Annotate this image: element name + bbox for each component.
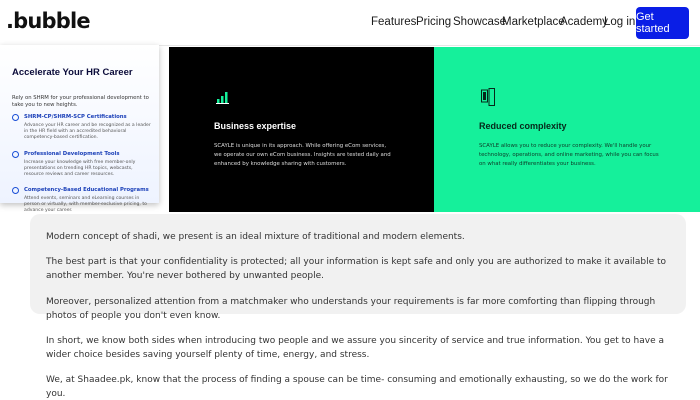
nav-academy[interactable]: Academy [560, 16, 608, 28]
article-paragraph-5: We, at Shaadee.pk, know that the process… [46, 375, 668, 399]
program-description: Advance your HR career and be recognized… [24, 123, 151, 140]
bar-chart-icon [216, 92, 229, 104]
check-circle-icon [12, 187, 19, 194]
check-circle-icon [12, 151, 19, 158]
popup-intro: Rely on SHRM for your professional devel… [12, 95, 149, 108]
reduced-complexity-text: SCAYLE allows you to reduce your complex… [479, 143, 659, 167]
program-title[interactable]: Competency-Based Educational Programs [24, 187, 149, 193]
reduced-complexity-title: Reduced complexity [479, 121, 567, 131]
business-expertise-title: Business expertise [214, 121, 297, 131]
program-title[interactable]: Professional Development Tools [24, 151, 120, 157]
program-description: Increase your knowledge with free member… [24, 160, 136, 177]
hr-career-popup[interactable]: Accelerate Your HR Career Rely on SHRM f… [0, 45, 159, 213]
check-circle-icon [12, 114, 19, 121]
article-paragraph-1: Modern concept of shadi, we present is a… [46, 232, 465, 242]
top-navigation-bar: .bubble Features Pricing Showcase Market… [0, 0, 700, 46]
get-started-button[interactable]: Get started [636, 7, 689, 39]
article-paragraph-2: The best part is that your confidentiali… [46, 257, 667, 281]
program-title[interactable]: SHRM-CP/SHRM-SCP Certifications [24, 114, 127, 120]
article-paragraph-3: Moreover, personalized attention from a … [46, 297, 656, 321]
program-description: Attend events, seminars and eLearning co… [24, 196, 147, 213]
reduced-complexity-panel: Reduced complexity SCAYLE allows you to … [434, 47, 700, 212]
nav-showcase[interactable]: Showcase [453, 16, 506, 28]
nav-marketplace[interactable]: Marketplace [502, 16, 565, 28]
device-icon [481, 88, 495, 106]
business-expertise-text: SCAYLE is unique in its approach. While … [214, 143, 391, 167]
bubble-logo[interactable]: .bubble [6, 9, 91, 33]
nav-features[interactable]: Features [371, 16, 416, 28]
article-paragraph-4: In short, we know both sides when introd… [46, 336, 664, 360]
business-expertise-panel: Business expertise SCAYLE is unique in i… [169, 47, 434, 212]
nav-pricing[interactable]: Pricing [416, 16, 451, 28]
article-section: Modern concept of shadi, we present is a… [30, 214, 686, 400]
login-link[interactable]: Log in [604, 16, 635, 28]
popup-title: Accelerate Your HR Career [12, 67, 133, 78]
